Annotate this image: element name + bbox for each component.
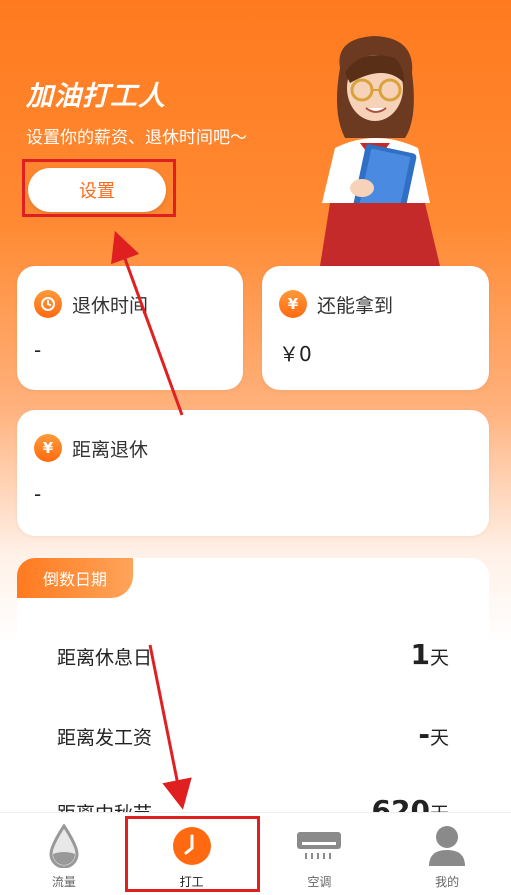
countdown-row-unit: 天 — [429, 727, 449, 749]
tab-label: 我的 — [435, 875, 460, 889]
countdown-row-number: 1 — [410, 638, 430, 671]
yen-icon: ¥ — [279, 290, 307, 318]
countdown-row: 距离休息日 1天 — [57, 638, 449, 671]
remaining-income-label: 还能拿到 — [317, 294, 394, 317]
tab-traffic[interactable]: 流量 — [0, 813, 128, 895]
countdown-row-label: 距离休息日 — [57, 647, 153, 669]
user-icon — [424, 823, 470, 869]
set-button[interactable]: 设置 — [28, 168, 166, 212]
remaining-income-value: ￥0 — [279, 342, 312, 366]
countdown-row-label: 距离发工资 — [57, 727, 153, 749]
hero-subtitle: 设置你的薪资、退休时间吧～ — [26, 128, 247, 148]
countdown-row-unit: 天 — [429, 647, 449, 669]
tab-label: 空调 — [307, 875, 332, 889]
tab-mine[interactable]: 我的 — [383, 813, 511, 895]
water-drop-icon — [41, 823, 87, 869]
retire-time-label: 退休时间 — [72, 294, 149, 317]
tab-work[interactable]: 打工 — [128, 813, 256, 895]
yen-icon: ¥ — [34, 434, 62, 462]
tab-label: 流量 — [51, 875, 76, 889]
remaining-income-card: ¥ 还能拿到 ￥0 — [262, 266, 489, 390]
girl-illustration — [320, 36, 440, 266]
countdown-row: 距离发工资 -天 — [57, 718, 449, 751]
hero-title: 加油打工人 — [26, 81, 166, 112]
clock-icon — [169, 823, 215, 869]
clock-icon — [34, 290, 62, 318]
countdown-tab: 倒数日期 — [17, 558, 133, 598]
tab-air-conditioner[interactable]: 空调 — [256, 813, 384, 895]
air-conditioner-icon — [296, 823, 342, 869]
distance-to-retire-card: ¥ 距离退休 - — [17, 410, 489, 536]
distance-to-retire-label: 距离退休 — [72, 438, 149, 461]
bottom-tab-bar: 流量 打工 空调 我的 — [0, 812, 511, 895]
countdown-row-number: - — [418, 718, 430, 751]
retire-time-value: - — [34, 338, 42, 362]
tab-label: 打工 — [179, 875, 204, 889]
distance-to-retire-value: - — [34, 482, 42, 506]
retire-time-card: 退休时间 - — [17, 266, 243, 390]
